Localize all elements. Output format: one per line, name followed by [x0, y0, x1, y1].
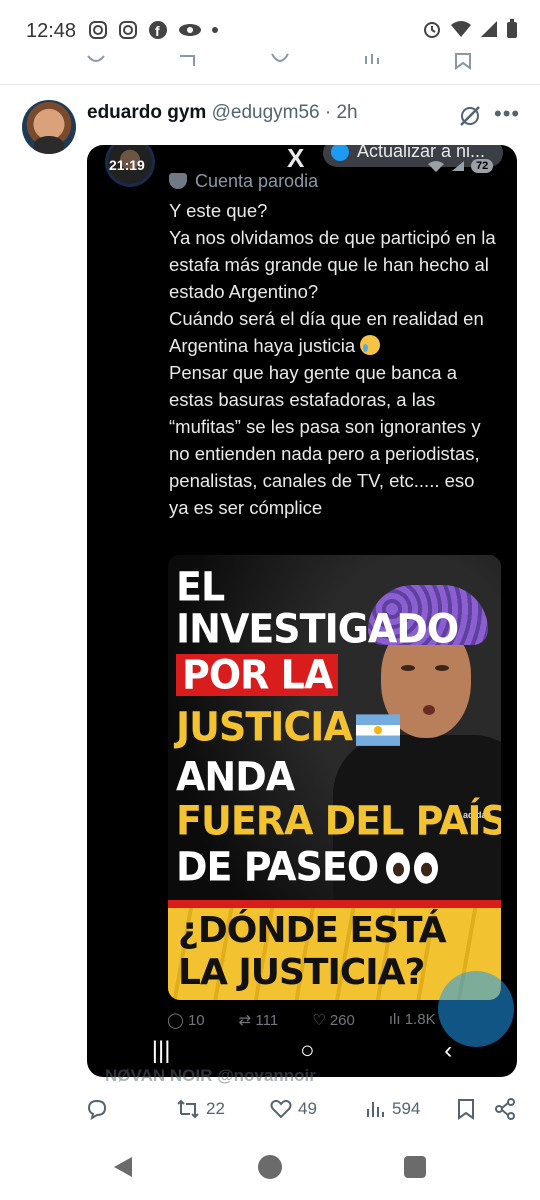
- parody-label: Cuenta parodia: [169, 171, 318, 192]
- grok-icon[interactable]: [458, 104, 482, 128]
- reply-icon: [87, 1099, 107, 1120]
- embedded-battery: 72: [471, 159, 494, 173]
- instagram-icon: [89, 21, 107, 39]
- wifi-icon: [451, 21, 471, 37]
- poster-line-6: FUERA DEL PAÍS: [176, 797, 501, 845]
- status-time: 12:48: [26, 20, 77, 42]
- recents-icon[interactable]: [404, 1156, 426, 1178]
- facebook-icon: f: [149, 21, 167, 39]
- crying-face-icon: [360, 335, 381, 355]
- bookmark-icon[interactable]: [456, 1098, 476, 1120]
- banner-line-1: ¿DÓNDE ESTÁ: [178, 910, 447, 951]
- more-options-icon[interactable]: •••: [494, 101, 520, 127]
- status-right-icons: [422, 19, 518, 39]
- views-icon: [367, 1102, 384, 1117]
- retweet-button[interactable]: 22: [176, 1098, 225, 1120]
- tweet-header: eduardo gym @edugym56 · 2h: [87, 102, 358, 124]
- retweet-count: 22: [206, 1099, 225, 1118]
- reply-button[interactable]: [86, 1098, 114, 1120]
- poster-line-5: ANDA: [176, 753, 295, 801]
- eyes-icon: [386, 849, 442, 891]
- embedded-time: 21:19: [109, 157, 145, 173]
- previous-tweet-action-icons: [87, 53, 471, 70]
- parody-mask-icon: [169, 173, 187, 189]
- share-icon[interactable]: [494, 1098, 516, 1120]
- divider: [0, 84, 540, 85]
- reading-glasses-icon: [179, 24, 201, 36]
- tweet-media-screenshot[interactable]: 21:19 X Actualizar a ni... 72 Cuenta par…: [87, 145, 517, 1077]
- parody-label-text: Cuenta parodia: [195, 171, 319, 191]
- battery-icon: [507, 19, 517, 38]
- author-handle: @edugym56 · 2h: [211, 102, 358, 123]
- poster-mouth: [423, 705, 435, 715]
- views-button[interactable]: 594: [364, 1098, 420, 1120]
- tweet-action-row: 22 49 594: [0, 1090, 540, 1130]
- argentina-flag-icon: [355, 713, 400, 746]
- embedded-status-icons: 72: [427, 159, 494, 173]
- previous-tweet-actions: [0, 48, 540, 74]
- svg-text:f: f: [155, 23, 160, 39]
- avatar[interactable]: [22, 100, 76, 154]
- dot-icon: [212, 27, 218, 33]
- poster-image[interactable]: adidas EL INVESTIGADO POR LA JUSTICIA AN…: [168, 555, 501, 1000]
- android-nav-bar: [0, 1133, 540, 1200]
- retweet-icon: [177, 1099, 199, 1119]
- embedded-text-part1: Y este que? Ya nos olvidamos de que part…: [169, 200, 496, 356]
- like-button[interactable]: 49: [270, 1098, 317, 1120]
- poster-line-2: INVESTIGADO: [176, 605, 459, 653]
- poster-line-3: POR LA: [176, 654, 339, 696]
- embedded-home-icon: ○: [300, 1037, 315, 1064]
- embedded-back-icon: ‹: [444, 1037, 453, 1064]
- heart-icon: [270, 1099, 292, 1119]
- instagram-icon: [119, 21, 137, 39]
- like-count: 49: [298, 1099, 317, 1118]
- banner-red-stripe: [168, 900, 501, 908]
- poster-line-7-wrap: DE PASEO: [176, 846, 442, 891]
- embedded-recents-icon: |||: [151, 1037, 171, 1064]
- embedded-tweet-text: Y este que? Ya nos olvidamos de que part…: [169, 197, 499, 521]
- poster-line-7: DE PASEO: [176, 843, 379, 891]
- views-count: 594: [392, 1099, 421, 1118]
- poster-eye: [401, 665, 415, 671]
- wifi-icon: [428, 161, 444, 172]
- poster-line-4: JUSTICIA: [176, 703, 353, 751]
- embedded-text-part2: Pensar que hay gente que banca a estas b…: [169, 362, 481, 518]
- alarm-icon: [424, 22, 440, 38]
- back-icon[interactable]: [112, 1155, 134, 1179]
- author-name[interactable]: eduardo gym: [87, 102, 206, 123]
- poster-line-1: EL: [176, 563, 225, 611]
- x-logo-icon: X: [287, 145, 305, 173]
- signal-icon: [452, 161, 464, 171]
- banner-line-2: LA JUSTICIA?: [178, 952, 425, 993]
- home-icon[interactable]: [258, 1155, 282, 1179]
- signal-icon: [481, 21, 497, 37]
- verified-check-icon: [331, 145, 349, 161]
- poster-eye: [435, 665, 449, 671]
- status-left-icons: f: [88, 20, 218, 40]
- poster-line-4-wrap: JUSTICIA: [176, 706, 400, 748]
- next-tweet-peek: NØVAN NOIR @novannoir: [105, 1066, 316, 1085]
